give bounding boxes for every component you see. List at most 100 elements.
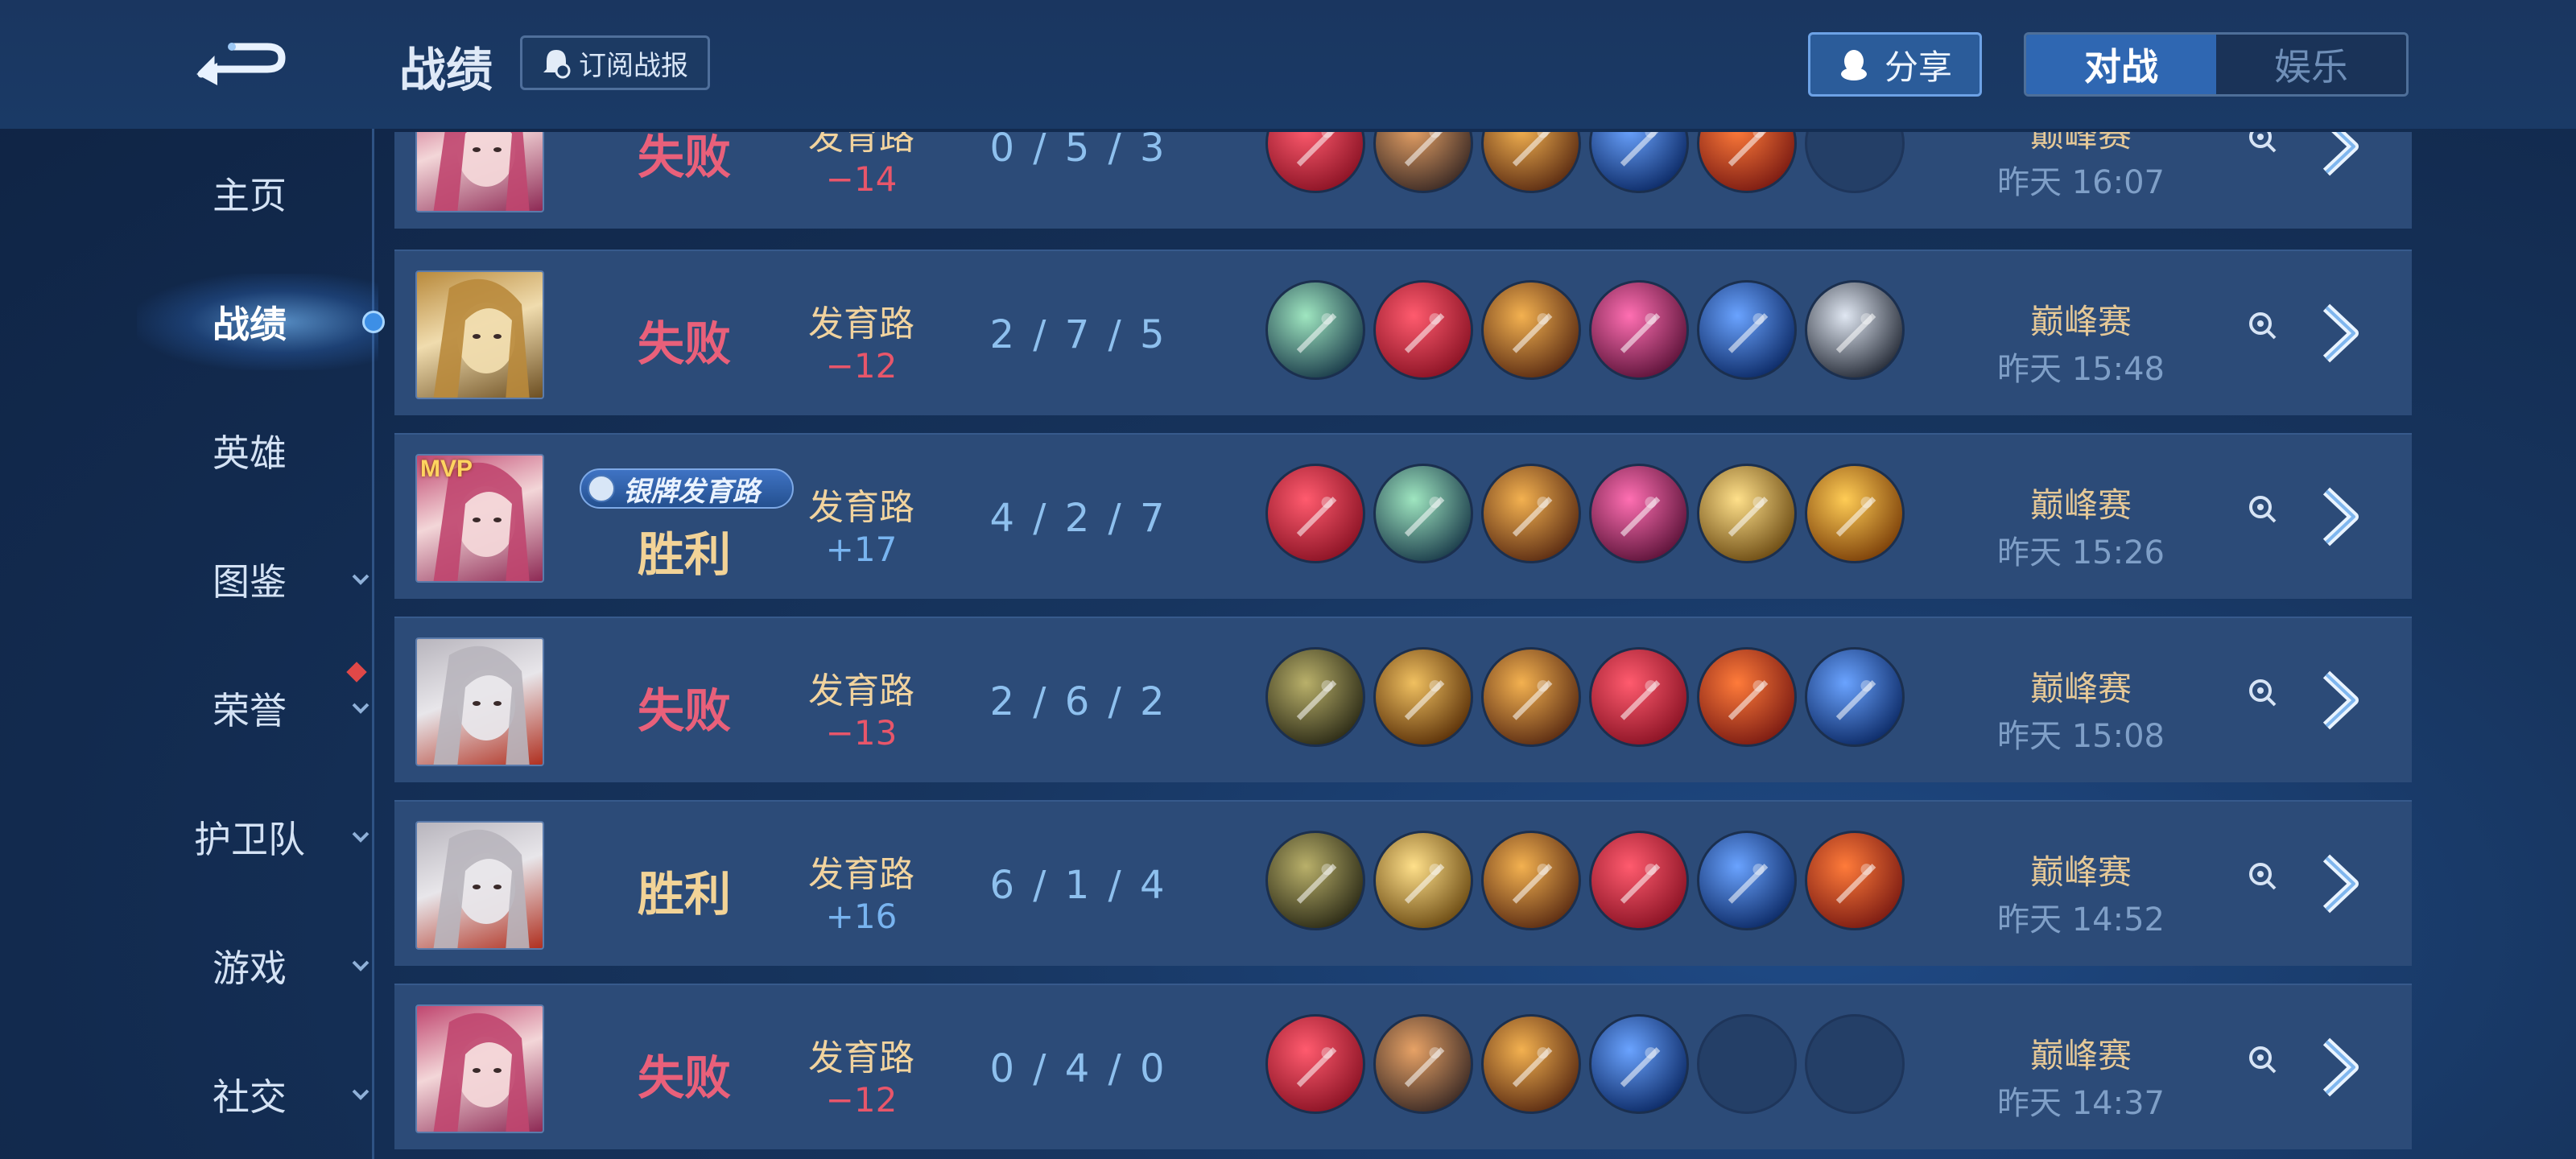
match-mode: 巅峰赛 — [2029, 132, 2132, 155]
match-result: 失败 — [637, 1050, 731, 1105]
match-row[interactable]: 失败 发育路 −12 0 / 4 / 0 巅峰赛 昨天 14:37 — [394, 984, 2412, 1149]
match-row[interactable]: 胜利 发育路 +16 6 / 1 / 4 巅峰赛 昨天 14:52 — [394, 800, 2412, 966]
hero-face-icon — [433, 829, 530, 948]
kda-stats: 6 / 1 / 4 — [989, 863, 1168, 908]
match-detail-arrow-icon[interactable] — [2312, 485, 2367, 549]
orange-blade-icon — [1481, 647, 1581, 747]
rank-score-change: +16 — [825, 897, 898, 936]
kda-stats: 2 / 7 / 5 — [989, 312, 1168, 357]
match-list: 失败 发育路 −14 0 / 5 / 3 巅峰赛 昨天 16:07 失败 发育路 −12 2 /… — [394, 132, 2412, 1159]
equipment-list — [1265, 464, 1905, 563]
sidebar-item-home[interactable]: 主页 — [129, 153, 370, 233]
replay-icon[interactable] — [2246, 309, 2278, 341]
match-time: 昨天 14:52 — [1997, 901, 2165, 938]
hero-portrait — [415, 1004, 544, 1133]
equipment-list — [1265, 132, 1905, 193]
sidebar-item-games[interactable]: 游戏 — [129, 926, 370, 1006]
match-mode: 巅峰赛 — [2029, 302, 2132, 341]
lane-label: 发育路 — [808, 132, 914, 158]
equipment-list — [1265, 647, 1905, 747]
lane-rank-badge: 银牌发育路 — [580, 468, 794, 509]
hero-face-icon — [433, 132, 530, 211]
sidebar-item-social[interactable]: 社交 — [129, 1054, 370, 1135]
rank-score-change: −12 — [825, 1080, 898, 1120]
blue-spear-icon — [1589, 1014, 1689, 1114]
tab-entertainment[interactable]: 娱乐 — [2216, 35, 2406, 94]
orange-blade-icon — [1481, 280, 1581, 380]
match-row[interactable]: 失败 发育路 −14 0 / 5 / 3 巅峰赛 昨天 16:07 — [394, 132, 2412, 229]
subscribe-report-button[interactable]: 订阅战报 — [520, 35, 710, 90]
sidebar-item-heroes[interactable]: 英雄 — [129, 410, 370, 491]
chevron-down-icon — [352, 574, 369, 585]
hero-portrait — [415, 132, 544, 212]
red-mask-icon — [1265, 1014, 1365, 1114]
match-time: 昨天 15:26 — [1997, 534, 2165, 571]
gold-sword-icon — [1373, 831, 1473, 930]
top-header: 战绩 订阅战报 分享 对战 娱乐 — [0, 0, 2576, 129]
silver-blade-icon — [1805, 280, 1905, 380]
bronze-boots-icon — [1373, 132, 1473, 193]
chevron-down-icon — [352, 831, 369, 843]
blue-spear-icon — [1805, 647, 1905, 747]
match-detail-arrow-icon[interactable] — [2312, 852, 2367, 916]
share-label: 分享 — [1884, 47, 1952, 87]
empty-item-slot — [1697, 1014, 1797, 1114]
hero-face-icon — [433, 278, 530, 398]
empty-item-slot — [1805, 132, 1905, 193]
mode-tabs: 对战 娱乐 — [2024, 32, 2409, 97]
blue-spear-icon — [1697, 831, 1797, 930]
match-detail-arrow-icon[interactable] — [2312, 668, 2367, 732]
sidebar-item-records[interactable]: 战绩 — [129, 282, 370, 362]
olive-boots-icon — [1265, 831, 1365, 930]
mvp-badge: MVP — [420, 456, 473, 482]
blue-spear-icon — [1589, 132, 1689, 193]
pink-bow-icon — [1589, 280, 1689, 380]
hero-portrait — [415, 821, 544, 950]
replay-icon[interactable] — [2246, 132, 2278, 155]
replay-icon[interactable] — [2246, 860, 2278, 892]
share-button[interactable]: 分享 — [1808, 32, 1982, 97]
replay-icon[interactable] — [2246, 493, 2278, 525]
match-detail-arrow-icon[interactable] — [2312, 132, 2367, 179]
match-detail-arrow-icon[interactable] — [2312, 301, 2367, 365]
match-detail-arrow-icon[interactable] — [2312, 1035, 2367, 1099]
blue-spear-icon — [1697, 280, 1797, 380]
match-row[interactable]: 失败 发育路 −13 2 / 6 / 2 巅峰赛 昨天 15:08 — [394, 617, 2412, 782]
sidebar-item-guard-team[interactable]: 护卫队 — [129, 797, 370, 877]
sidebar-item-honor[interactable]: 荣誉 — [129, 668, 370, 749]
sidebar-item-label: 荣誉 — [213, 689, 287, 732]
match-result: 失败 — [637, 683, 731, 738]
sidebar-item-label: 图鉴 — [213, 560, 287, 604]
match-result: 失败 — [637, 132, 731, 184]
back-button[interactable] — [193, 29, 298, 93]
badge-label: 银牌发育路 — [623, 475, 760, 508]
hero-portrait — [415, 270, 544, 399]
sidebar-item-codex[interactable]: 图鉴 — [129, 539, 370, 620]
hero-portrait: MVP — [415, 454, 544, 583]
tab-battle[interactable]: 对战 — [2026, 35, 2216, 94]
match-row[interactable]: MVP 银牌发育路 胜利 发育路 +17 4 / 2 / 7 巅峰赛 昨天 15:26 — [394, 433, 2412, 599]
equipment-list — [1265, 1014, 1905, 1114]
red-mask-icon — [1589, 831, 1689, 930]
empty-item-slot — [1805, 1014, 1905, 1114]
match-mode: 巅峰赛 — [2029, 852, 2132, 892]
match-time: 昨天 16:07 — [1997, 164, 2165, 201]
rank-score-change: −12 — [825, 346, 898, 386]
green-boots-icon — [1265, 280, 1365, 380]
orange-blade-icon — [1481, 132, 1581, 193]
match-row[interactable]: 失败 发育路 −12 2 / 7 / 5 巅峰赛 昨天 15:48 — [394, 250, 2412, 415]
red-axe-icon — [1805, 831, 1905, 930]
lane-label: 发育路 — [808, 670, 914, 711]
rank-score-change: +17 — [825, 530, 898, 569]
rank-score-change: −14 — [825, 159, 898, 199]
replay-icon[interactable] — [2246, 676, 2278, 708]
sidebar-item-label: 游戏 — [213, 947, 287, 990]
match-time: 昨天 15:08 — [1997, 718, 2165, 755]
lane-label: 发育路 — [808, 1037, 914, 1079]
orange-blade-icon — [1481, 464, 1581, 563]
equipment-list — [1265, 280, 1905, 380]
kda-stats: 2 / 6 / 2 — [989, 679, 1168, 724]
hero-portrait — [415, 637, 544, 766]
red-mask-icon — [1265, 132, 1365, 193]
replay-icon[interactable] — [2246, 1043, 2278, 1075]
